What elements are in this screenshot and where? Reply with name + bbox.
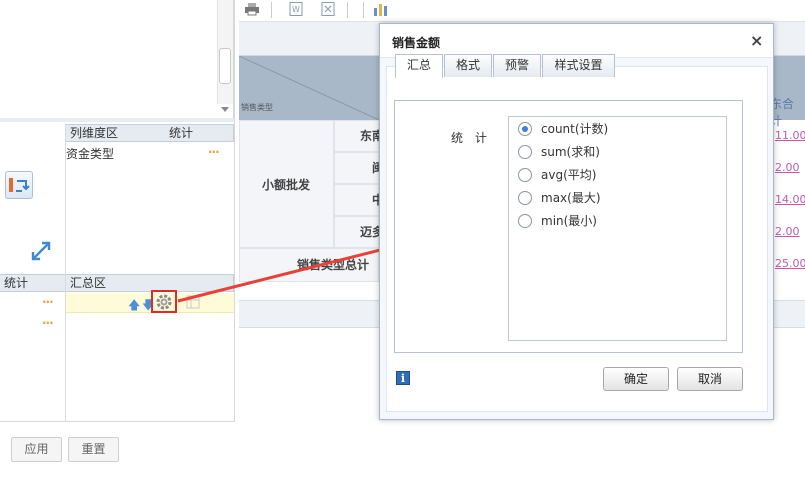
- value-cell[interactable]: 2.00: [775, 161, 800, 174]
- export-excel-icon[interactable]: [321, 2, 335, 19]
- zone-divider: [65, 124, 66, 422]
- field-properties-icon[interactable]: [186, 295, 200, 312]
- gear-highlight-box: [151, 290, 177, 313]
- value-cell[interactable]: 2.00: [775, 225, 800, 238]
- radio-icon[interactable]: [518, 145, 532, 159]
- move-up-icon[interactable]: 🡅: [128, 296, 140, 317]
- tab-warning[interactable]: 预警: [493, 54, 541, 77]
- stat-zone-header: 统计: [0, 274, 66, 292]
- radio-icon[interactable]: [518, 168, 532, 182]
- toolbar-separator: [271, 2, 272, 18]
- stat-more-icon-2[interactable]: ···: [42, 316, 54, 330]
- column-zone-label: 列维度区: [70, 126, 119, 140]
- tab-summary[interactable]: 汇总: [395, 54, 443, 78]
- option-label: avg(平均): [541, 168, 597, 182]
- value-cell[interactable]: 11.00: [775, 129, 805, 142]
- tab-style-settings[interactable]: 样式设置: [542, 54, 615, 77]
- column-zone-stat: 统计: [169, 126, 194, 140]
- row-group-label: 小额批发: [262, 178, 311, 192]
- designer-bottom-border: [0, 421, 234, 422]
- field-list-panel: [0, 0, 234, 118]
- dialog-titlebar[interactable]: 销售金额 ×: [380, 24, 773, 58]
- corner-label: 销售类型: [241, 103, 273, 112]
- option-label: sum(求和): [541, 145, 600, 159]
- svg-text:W: W: [292, 5, 300, 14]
- field-more-icon[interactable]: ···: [208, 145, 220, 159]
- chart-icon[interactable]: [373, 2, 389, 19]
- stat-more-icon[interactable]: ···: [42, 295, 54, 309]
- reset-button[interactable]: 重置: [68, 437, 119, 462]
- export-word-icon[interactable]: W: [289, 2, 303, 19]
- summary-zone-label: 汇总区: [70, 276, 107, 290]
- dialog-title: 销售金额: [392, 36, 441, 50]
- scrollbar-thumb[interactable]: [219, 48, 231, 84]
- option-label: min(最小): [541, 214, 597, 228]
- column-field-item[interactable]: 资金类型: [66, 145, 114, 162]
- report-toolbar: W: [239, 0, 805, 22]
- panel-splitter[interactable]: [0, 118, 234, 122]
- value-cell[interactable]: 25.00: [775, 257, 805, 270]
- toolbar-separator-3: [363, 2, 364, 18]
- close-button[interactable]: ×: [750, 31, 763, 50]
- info-icon[interactable]: i: [396, 371, 410, 385]
- stat-zone-label: 统计: [4, 276, 29, 290]
- toolbar-separator-2: [347, 2, 348, 18]
- radio-icon[interactable]: [518, 214, 532, 228]
- print-icon[interactable]: [244, 2, 260, 19]
- ok-button[interactable]: 确定: [603, 367, 669, 391]
- radio-icon[interactable]: [518, 191, 532, 205]
- column-header-total: 东合计: [770, 97, 795, 128]
- scroll-down-icon[interactable]: [221, 107, 229, 112]
- app-root: 列维度区 统计 资金类型 ··· 统计 汇总区 ··· ··· 🡅 🡇 应用 重…: [0, 0, 805, 483]
- column-zone-header: 列维度区 统计: [65, 124, 234, 142]
- cancel-button[interactable]: 取消: [677, 367, 743, 391]
- pivot-swap-icon[interactable]: [5, 171, 33, 199]
- radio-selected-icon[interactable]: [518, 122, 532, 136]
- option-label: count(计数): [541, 122, 609, 136]
- apply-button[interactable]: 应用: [11, 437, 62, 462]
- option-label: max(最大): [541, 191, 601, 205]
- summary-zone-header: 汇总区: [65, 274, 234, 292]
- expand-icon[interactable]: [30, 240, 52, 268]
- tab-format[interactable]: 格式: [444, 54, 492, 77]
- stat-label: 统 计: [451, 131, 491, 145]
- designer-right-border: [234, 0, 235, 422]
- value-cell[interactable]: 14.00: [775, 193, 805, 206]
- total-row-label: 销售类型总计: [297, 258, 370, 272]
